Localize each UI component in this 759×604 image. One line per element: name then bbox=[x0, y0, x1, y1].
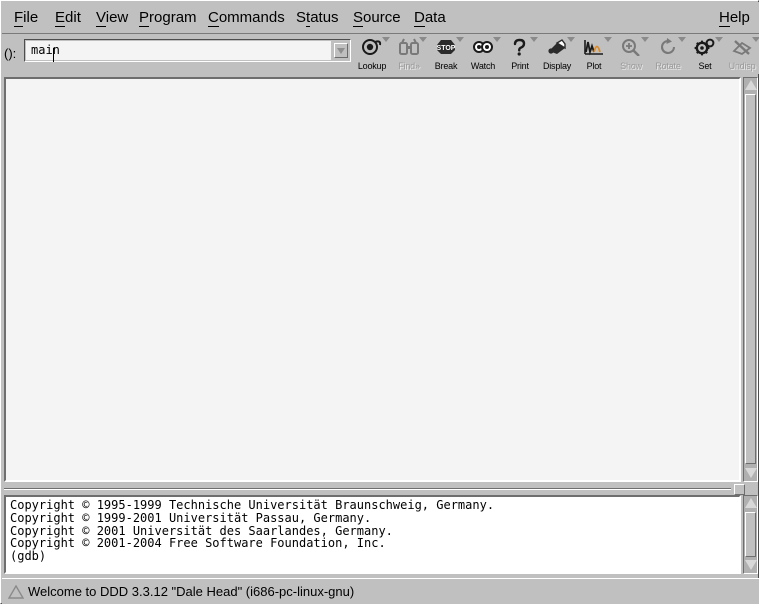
scroll-down-arrow-icon[interactable] bbox=[744, 558, 757, 573]
chevron-down-icon[interactable] bbox=[715, 37, 723, 42]
chevron-down-icon[interactable] bbox=[641, 37, 649, 42]
command-combo-box[interactable] bbox=[24, 39, 351, 62]
pane-divider bbox=[4, 484, 757, 495]
toolbar-button-find: Find» bbox=[390, 37, 428, 71]
menu-view[interactable]: View bbox=[92, 7, 132, 29]
watch-glasses-icon bbox=[472, 38, 494, 56]
chevron-down-icon[interactable] bbox=[567, 37, 575, 42]
toolbar-button-label: Break bbox=[434, 61, 458, 71]
rotate-refresh-icon bbox=[657, 38, 679, 56]
toolbar-button-label: Lookup bbox=[357, 61, 387, 71]
menu-program[interactable]: Program bbox=[135, 7, 201, 29]
source-window[interactable] bbox=[4, 77, 741, 482]
chevron-down-icon[interactable] bbox=[382, 37, 390, 42]
menu-source[interactable]: Source bbox=[349, 7, 405, 29]
text-cursor bbox=[53, 48, 54, 62]
menu-data[interactable]: Data bbox=[410, 7, 450, 29]
toolbar-button-undisp: Undisp bbox=[723, 37, 759, 71]
menu-bar: File Edit View Program Commands Status S… bbox=[2, 2, 759, 34]
chevron-down-icon[interactable] bbox=[493, 37, 501, 42]
toolbar-button-rotate: Rotate bbox=[649, 37, 687, 71]
ddd-triangle-icon bbox=[7, 584, 25, 599]
undisplay-icon bbox=[731, 38, 753, 56]
gdb-console-text: Copyright © 1995-1999 Technische Univers… bbox=[10, 498, 495, 564]
scroll-down-arrow-icon[interactable] bbox=[744, 466, 757, 481]
toolbar-button-break[interactable]: STOP Break bbox=[427, 37, 465, 71]
toolbar-button-print[interactable]: Print bbox=[501, 37, 539, 71]
break-stop-icon: STOP bbox=[435, 38, 457, 56]
chevron-down-icon[interactable] bbox=[678, 37, 686, 42]
lookup-target-icon bbox=[361, 38, 383, 56]
toolbar-button-set[interactable]: Set bbox=[686, 37, 724, 71]
toolbar-button-label: Find» bbox=[398, 61, 420, 71]
scroll-up-arrow-icon[interactable] bbox=[744, 78, 757, 93]
display-lamp-icon bbox=[546, 38, 568, 56]
toolbar-button-label: Plot bbox=[586, 61, 602, 71]
status-bar: Welcome to DDD 3.3.12 "Dale Head" (i686-… bbox=[2, 578, 759, 604]
chevron-down-icon[interactable] bbox=[752, 37, 759, 42]
toolbar-button-label: Display bbox=[542, 61, 572, 71]
source-vertical-scrollbar[interactable] bbox=[743, 77, 758, 482]
find-binoculars-icon bbox=[398, 38, 420, 56]
toolbar-button-label: Print bbox=[511, 61, 529, 71]
status-message: Welcome to DDD 3.3.12 "Dale Head" (i686-… bbox=[28, 584, 355, 599]
tool-bar: (): Lookup Find» STOP Break Watch Print Displa… bbox=[2, 34, 759, 74]
ddd-main-window: File Edit View Program Commands Status S… bbox=[0, 0, 759, 604]
toolbar-button-show: Show bbox=[612, 37, 650, 71]
print-question-icon bbox=[509, 38, 531, 56]
gdb-console[interactable]: Copyright © 1995-1999 Technische Univers… bbox=[4, 495, 741, 574]
show-zoom-icon bbox=[620, 38, 642, 57]
toolbar-button-label: Undisp bbox=[728, 61, 756, 71]
command-input[interactable] bbox=[26, 41, 331, 60]
toolbar-button-plot[interactable]: Plot bbox=[575, 37, 613, 71]
scroll-up-arrow-icon[interactable] bbox=[744, 496, 757, 511]
menu-file[interactable]: File bbox=[10, 7, 42, 29]
source-text bbox=[6, 79, 739, 85]
scrollbar-thumb[interactable] bbox=[745, 94, 756, 464]
chevron-down-icon[interactable] bbox=[530, 37, 538, 42]
toolbar-button-label: Watch bbox=[470, 61, 496, 71]
plot-chart-icon bbox=[583, 38, 605, 56]
toolbar-button-display[interactable]: Display bbox=[538, 37, 576, 71]
pane-sash-handle[interactable] bbox=[734, 484, 745, 495]
chevron-down-icon[interactable] bbox=[419, 37, 427, 42]
toolbar-button-watch[interactable]: Watch bbox=[464, 37, 502, 71]
chevron-down-icon[interactable] bbox=[604, 37, 612, 42]
command-history-dropdown-icon[interactable] bbox=[334, 43, 348, 58]
chevron-down-icon[interactable] bbox=[456, 37, 464, 42]
divider-line bbox=[4, 488, 731, 490]
menu-help[interactable]: Help bbox=[715, 7, 754, 29]
toolbar-button-label: Rotate bbox=[655, 61, 681, 71]
toolbar-button-label: Show bbox=[620, 61, 642, 71]
scrollbar-thumb[interactable] bbox=[745, 512, 756, 557]
console-vertical-scrollbar[interactable] bbox=[743, 495, 758, 574]
menu-edit[interactable]: Edit bbox=[51, 7, 85, 29]
toolbar-button-label: Set bbox=[698, 61, 712, 71]
toolbar-button-lookup[interactable]: Lookup bbox=[353, 37, 391, 71]
menu-commands[interactable]: Commands bbox=[204, 7, 289, 29]
svg-text:STOP: STOP bbox=[437, 45, 456, 52]
set-gears-icon bbox=[694, 38, 716, 56]
menu-status[interactable]: Status bbox=[292, 7, 343, 29]
argument-label: (): bbox=[4, 46, 17, 61]
